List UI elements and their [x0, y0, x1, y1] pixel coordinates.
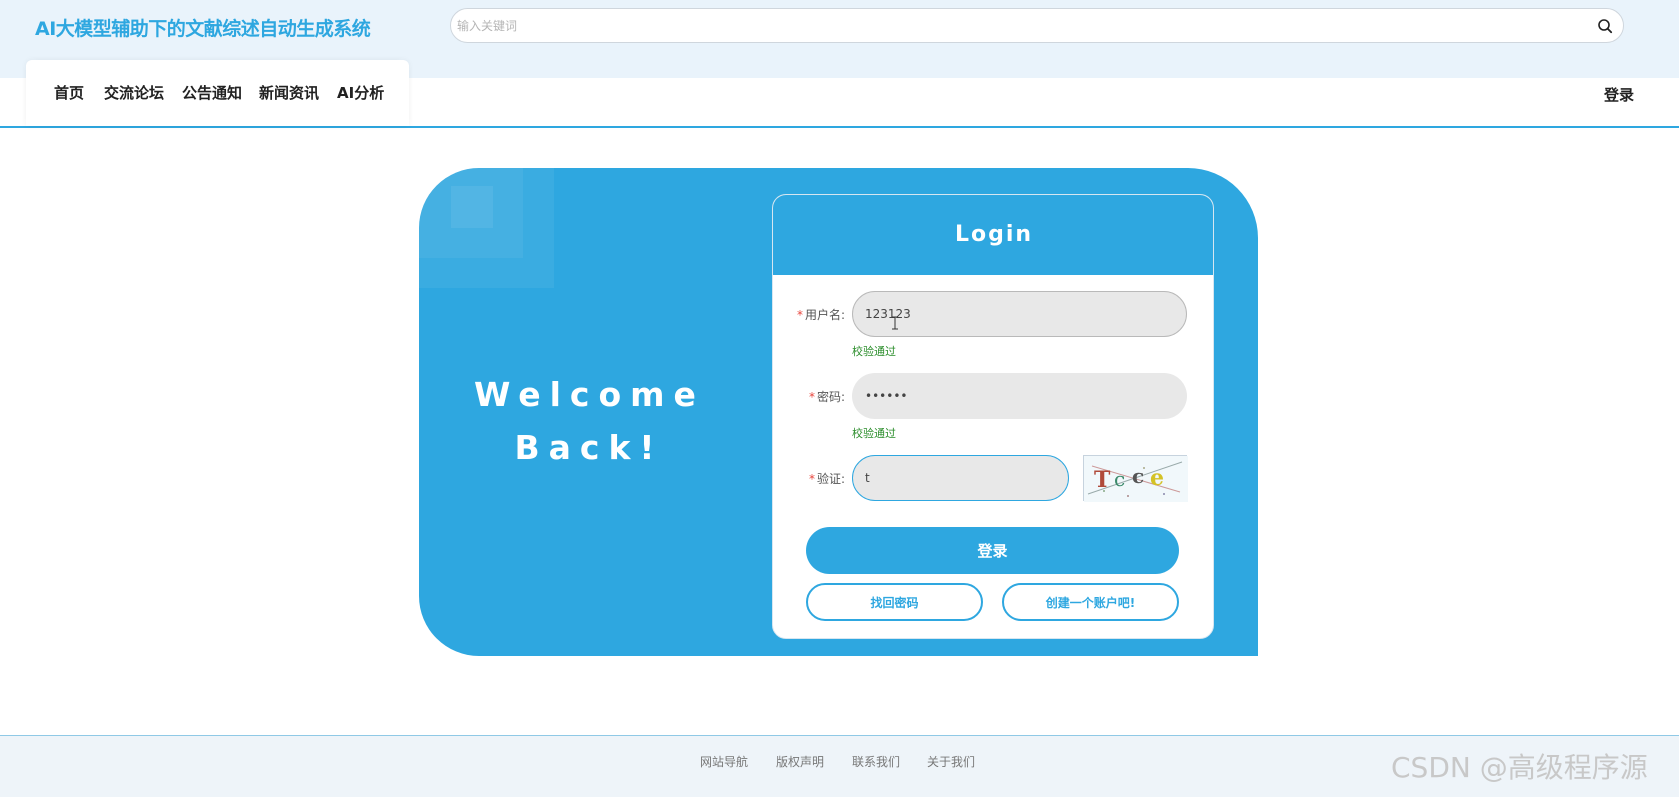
nav-login-link[interactable]: 登录 — [1604, 84, 1634, 105]
nav-item-news[interactable]: 新闻资讯 — [259, 82, 319, 103]
footer-link-sitemap[interactable]: 网站导航 — [700, 753, 748, 770]
search-bar — [450, 8, 1624, 43]
captcha-graphic: T c c e — [1084, 456, 1188, 502]
captcha-label: * 验证: — [808, 472, 845, 486]
welcome-line-2: Back! — [514, 428, 664, 467]
captcha-char: e — [1150, 465, 1164, 491]
password-label: * 密码: — [808, 390, 845, 404]
required-star: * — [808, 390, 815, 404]
text-cursor-icon — [892, 316, 898, 330]
footer-link-copyright[interactable]: 版权声明 — [776, 753, 824, 770]
decoration-square — [451, 186, 493, 228]
forgot-password-button[interactable]: 找回密码 — [806, 583, 983, 621]
required-star: * — [808, 472, 815, 486]
search-input[interactable] — [457, 13, 1577, 38]
nav-item-ai-analysis[interactable]: AI分析 — [337, 82, 384, 103]
login-title: Login — [773, 195, 1213, 275]
footer-link-about[interactable]: 关于我们 — [927, 753, 975, 770]
captcha-char: T — [1094, 467, 1111, 493]
welcome-line-1: Welcome — [474, 375, 705, 414]
captcha-char: c — [1132, 464, 1144, 488]
username-field[interactable] — [852, 291, 1187, 337]
username-validation: 校验通过 — [852, 345, 896, 358]
search-icon[interactable] — [1597, 18, 1613, 34]
captcha-char: c — [1114, 467, 1125, 491]
captcha-field[interactable] — [852, 455, 1069, 501]
watermark: CSDN @高级程序源 — [1391, 751, 1648, 784]
site-title[interactable]: AI大模型辅助下的文献综述自动生成系统 — [35, 14, 371, 41]
captcha-image[interactable]: T c c e — [1083, 455, 1188, 502]
password-field[interactable] — [852, 373, 1187, 419]
required-star: * — [796, 308, 803, 322]
nav-item-forum[interactable]: 交流论坛 — [104, 82, 164, 103]
register-button[interactable]: 创建一个账户吧! — [1002, 583, 1179, 621]
nav-item-notice[interactable]: 公告通知 — [182, 82, 242, 103]
nav-item-home[interactable]: 首页 — [54, 82, 84, 103]
footer-link-contact[interactable]: 联系我们 — [852, 753, 900, 770]
password-validation: 校验通过 — [852, 427, 896, 440]
welcome-text: Welcome Back! — [474, 368, 704, 474]
login-button[interactable]: 登录 — [806, 527, 1179, 574]
username-label: * 用户名: — [796, 308, 845, 322]
